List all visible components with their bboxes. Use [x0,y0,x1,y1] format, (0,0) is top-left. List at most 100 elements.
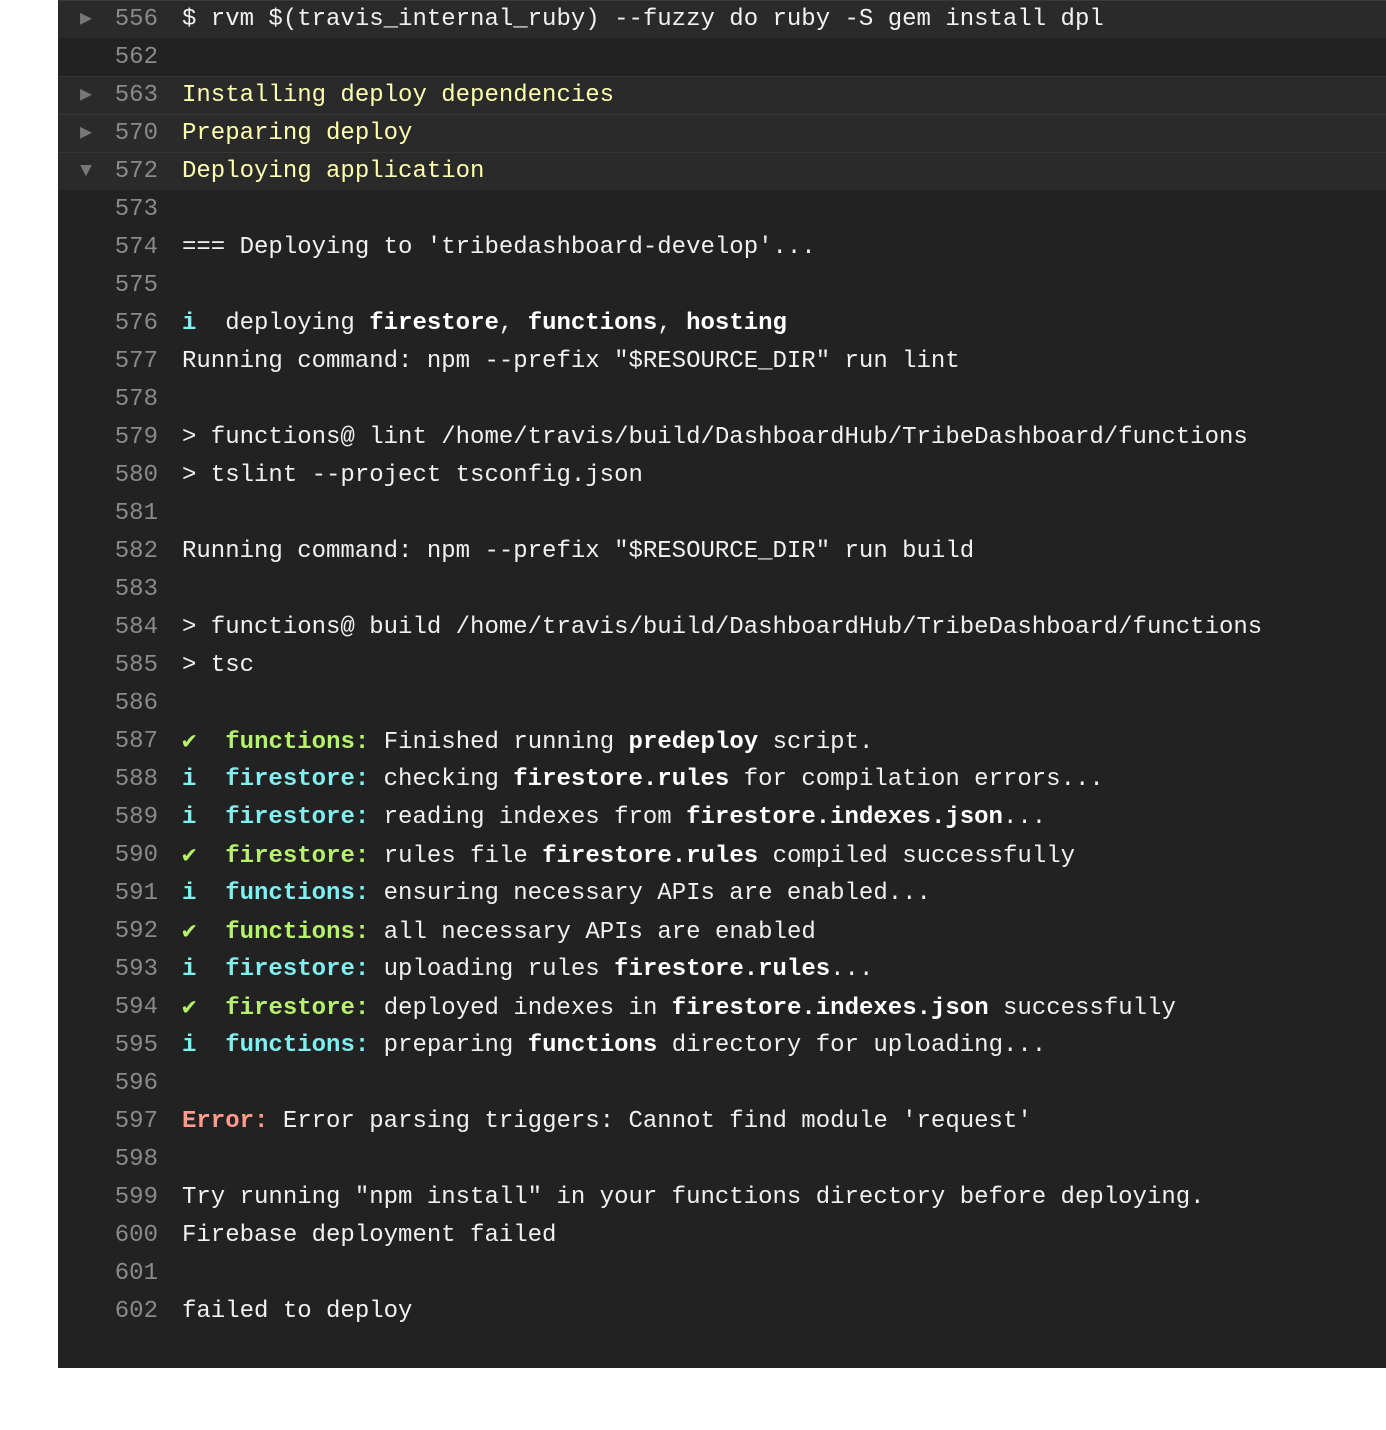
log-tag: functions: [225,1031,370,1059]
log-line: 597 Error: Error parsing triggers: Canno… [58,1102,1386,1140]
line-number[interactable]: 588 [58,766,182,793]
log-line: 598 [58,1140,1386,1178]
build-log: ▶ 556 $ rvm $(travis_internal_ruby) --fu… [58,0,1386,1368]
line-number[interactable]: 576 [58,310,182,337]
info-icon: i [182,803,197,831]
line-number[interactable]: 597 [58,1108,182,1135]
info-icon: i [182,765,197,793]
log-line: 592 ✔ functions: all necessary APIs are … [58,912,1386,950]
line-number[interactable]: 573 [58,196,182,223]
log-line: 587 ✔ functions: Finished running predep… [58,722,1386,760]
line-number[interactable]: 575 [58,272,182,299]
log-line: 594 ✔ firestore: deployed indexes in fir… [58,988,1386,1026]
bold-segment: firestore.indexes.json [671,995,989,1022]
log-tag: firestore: [225,955,370,983]
text-segment: , [498,309,528,337]
log-line: 591 i functions: ensuring necessary APIs… [58,874,1386,912]
line-number[interactable]: 580 [58,462,182,489]
info-icon: i [182,1031,197,1059]
bold-segment: firestore.indexes.json [686,803,1003,831]
log-tag: firestore: [225,765,370,793]
line-number[interactable]: 585 [58,652,182,679]
log-line: 573 [58,190,1386,228]
log-line: 589 i firestore: reading indexes from fi… [58,798,1386,836]
expand-arrow-icon[interactable]: ▶ [76,77,96,115]
line-number[interactable]: 589 [58,804,182,831]
log-line: 580 > tslint --project tsconfig.json [58,456,1386,494]
collapse-arrow-icon[interactable]: ▼ [76,153,96,191]
line-number[interactable]: 590 [58,842,182,869]
log-fold-570[interactable]: ▶ 570 Preparing deploy [58,114,1386,152]
log-line-text: failed to deploy [182,1297,413,1325]
bold-segment: firestore.rules [614,955,831,983]
log-fold-572[interactable]: ▼ 572 Deploying application [58,152,1386,190]
log-tag: functions: [225,919,370,946]
log-line-text: > functions@ build /home/travis/build/Da… [182,613,1263,641]
line-number[interactable]: 574 [58,234,182,261]
log-line: 577 Running command: npm --prefix "$RESO… [58,342,1386,380]
bold-segment: firestore.rules [513,765,730,793]
checkmark-icon: ✔ [182,843,197,870]
log-line-text: > functions@ lint /home/travis/build/Das… [182,423,1248,451]
line-number[interactable]: 600 [58,1222,182,1249]
info-icon: i [182,309,197,337]
log-line-text: $ rvm $(travis_internal_ruby) --fuzzy do… [182,6,1104,33]
line-number[interactable]: 601 [58,1260,182,1287]
log-line: 602 failed to deploy [58,1292,1386,1330]
line-number[interactable]: 599 [58,1184,182,1211]
fold-title: Installing deploy dependencies [182,82,615,109]
line-number[interactable]: 596 [58,1070,182,1097]
log-line: 582 Running command: npm --prefix "$RESO… [58,532,1386,570]
text-segment: preparing [369,1031,528,1059]
line-number[interactable]: 584 [58,614,182,641]
line-number[interactable]: 594 [58,994,182,1021]
line-number[interactable]: 602 [58,1298,182,1325]
text-segment: script. [758,729,874,756]
line-number[interactable]: 581 [58,500,182,527]
expand-arrow-icon[interactable]: ▶ [76,115,96,153]
line-number[interactable]: 582 [58,538,182,565]
line-number[interactable]: 578 [58,386,182,413]
checkmark-icon: ✔ [182,995,197,1022]
text-segment: ... [830,955,874,983]
info-icon: i [182,955,197,983]
log-fold-556[interactable]: ▶ 556 $ rvm $(travis_internal_ruby) --fu… [58,0,1386,38]
log-line: 581 [58,494,1386,532]
text-segment: , [657,309,687,337]
log-line: 595 i functions: preparing functions dir… [58,1026,1386,1064]
text-segment: successfully [988,995,1176,1022]
line-number[interactable]: 595 [58,1032,182,1059]
log-line-text: Running command: npm --prefix "$RESOURCE… [182,347,960,375]
log-line: 599 Try running "npm install" in your fu… [58,1178,1386,1216]
text-segment: reading indexes from [369,803,687,831]
log-line-text: Firebase deployment failed [182,1221,557,1249]
log-line-text: i firestore: reading indexes from firest… [182,804,1046,831]
log-line-text: Try running "npm install" in your functi… [182,1183,1205,1211]
line-number[interactable]: 577 [58,348,182,375]
log-fold-563[interactable]: ▶ 563 Installing deploy dependencies [58,76,1386,114]
info-icon: i [182,879,197,907]
line-number[interactable]: 593 [58,956,182,983]
text-segment: uploading rules [369,955,615,983]
line-number[interactable]: 579 [58,424,182,451]
expand-arrow-icon[interactable]: ▶ [76,1,96,39]
text-segment: Error parsing triggers: Cannot find modu… [268,1107,1032,1135]
bold-segment: hosting [686,309,787,337]
line-number[interactable]: 598 [58,1146,182,1173]
log-line-text: === Deploying to 'tribedashboard-develop… [182,233,816,261]
text-segment: deployed indexes in [369,995,672,1022]
log-line: 575 [58,266,1386,304]
line-number[interactable]: 583 [58,576,182,603]
line-number[interactable]: 562 [58,44,182,71]
line-number[interactable]: 591 [58,880,182,907]
log-line: 576 i deploying firestore, functions, ho… [58,304,1386,342]
log-line: 578 [58,380,1386,418]
log-line-text: > tsc [182,651,255,679]
log-tag: firestore: [225,803,370,831]
log-line-text: Running command: npm --prefix "$RESOURCE… [182,537,975,565]
line-number[interactable]: 586 [58,690,182,717]
line-number[interactable]: 592 [58,918,182,945]
text-segment: all necessary APIs are enabled [369,919,816,946]
line-number[interactable]: 587 [58,728,182,755]
log-line-text: ✔ functions: Finished running predeploy … [182,726,873,756]
